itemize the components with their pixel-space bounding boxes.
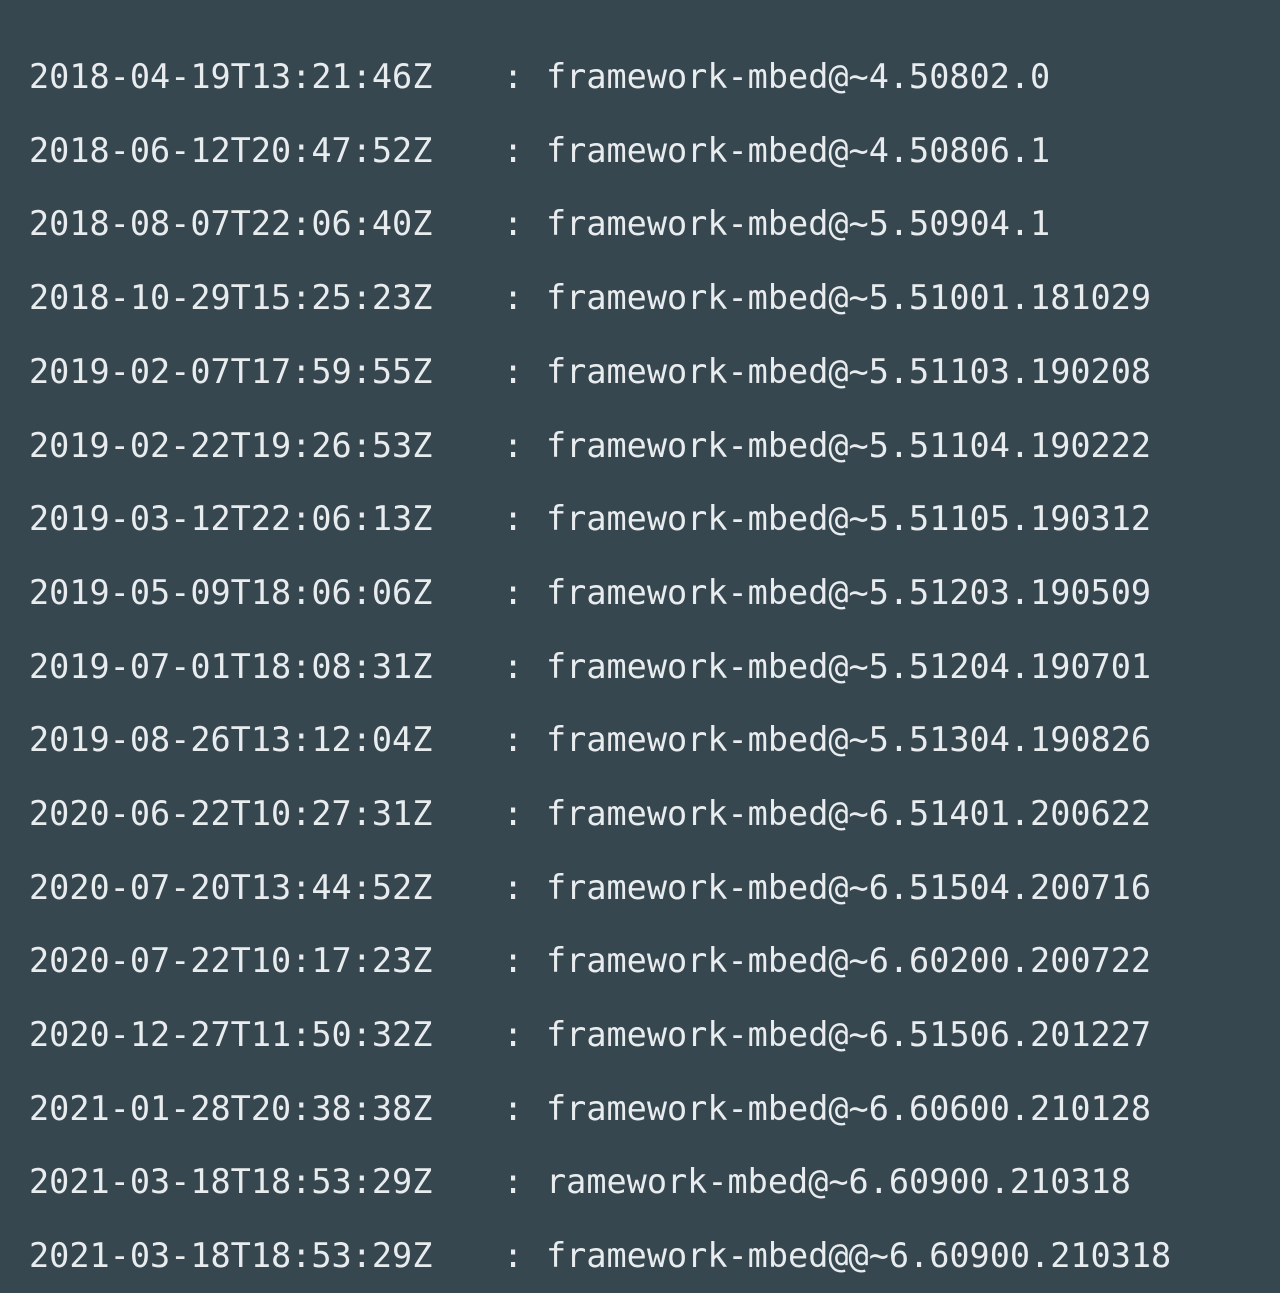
log-line: 2021-03-18T18:53:29Z: ramework-mbed@~6.60…: [0, 1145, 1280, 1219]
log-separator: :: [503, 57, 524, 97]
log-separator: :: [503, 793, 524, 833]
log-separator: :: [503, 1015, 524, 1055]
log-timestamp: 2021-03-18T18:53:29Z: [29, 1162, 433, 1202]
log-package: framework-mbed@~5.51204.190701: [546, 646, 1152, 686]
log-line: 2020-06-22T10:27:31Z: framework-mbed@~6.5…: [0, 777, 1280, 851]
log-timestamp: 2018-04-19T13:21:46Z: [29, 57, 433, 97]
log-package: framework-mbed@~5.51001.181029: [546, 278, 1152, 318]
log-line: 2018-04-19T13:21:46Z: framework-mbed@~4.5…: [0, 40, 1280, 114]
log-line: 2019-07-01T18:08:31Z: framework-mbed@~5.5…: [0, 630, 1280, 704]
log-separator: :: [503, 646, 524, 686]
log-separator: :: [503, 1236, 524, 1276]
log-timestamp: 2019-07-01T18:08:31Z: [29, 646, 433, 686]
log-separator: :: [503, 941, 524, 981]
log-separator: :: [503, 204, 524, 244]
log-separator: :: [503, 278, 524, 318]
log-package: ramework-mbed@~6.60900.210318: [546, 1162, 1131, 1202]
log-line: 2019-02-22T19:26:53Z: framework-mbed@~5.5…: [0, 408, 1280, 482]
log-package: framework-mbed@~5.51203.190509: [546, 572, 1152, 612]
log-timestamp: 2018-06-12T20:47:52Z: [29, 130, 433, 170]
log-output: 2018-04-19T13:21:46Z: framework-mbed@~4.5…: [0, 0, 1280, 1276]
log-separator: :: [503, 351, 524, 391]
log-line: 2019-08-26T13:12:04Z: framework-mbed@~5.5…: [0, 703, 1280, 777]
log-package: framework-mbed@~6.51504.200716: [546, 867, 1152, 907]
log-package: framework-mbed@~5.51103.190208: [546, 351, 1152, 391]
log-timestamp: 2019-02-22T19:26:53Z: [29, 425, 433, 465]
log-line: 2020-07-20T13:44:52Z: framework-mbed@~6.5…: [0, 851, 1280, 925]
log-line: 2018-10-29T15:25:23Z: framework-mbed@~5.5…: [0, 261, 1280, 335]
log-line: 2021-01-28T20:38:38Z: framework-mbed@~6.6…: [0, 1072, 1280, 1146]
log-line: 2020-12-27T11:50:32Z: framework-mbed@~6.5…: [0, 998, 1280, 1072]
log-timestamp: 2020-07-20T13:44:52Z: [29, 867, 433, 907]
log-package: framework-mbed@~5.51104.190222: [546, 425, 1152, 465]
log-timestamp: 2019-08-26T13:12:04Z: [29, 720, 433, 760]
log-package: framework-mbed@~4.50802.0: [546, 57, 1051, 97]
log-line: 2019-03-12T22:06:13Z: framework-mbed@~5.5…: [0, 482, 1280, 556]
log-separator: :: [503, 1162, 524, 1202]
log-line: 2018-08-07T22:06:40Z: framework-mbed@~5.5…: [0, 187, 1280, 261]
log-timestamp: 2020-06-22T10:27:31Z: [29, 793, 433, 833]
log-package: framework-mbed@~5.50904.1: [546, 204, 1051, 244]
log-timestamp: 2019-03-12T22:06:13Z: [29, 499, 433, 539]
log-line: 2019-05-09T18:06:06Z: framework-mbed@~5.5…: [0, 556, 1280, 630]
log-package: framework-mbed@~4.50806.1: [546, 130, 1051, 170]
log-timestamp: 2018-10-29T15:25:23Z: [29, 278, 433, 318]
log-package: framework-mbed@~6.51401.200622: [546, 793, 1152, 833]
log-separator: :: [503, 425, 524, 465]
log-package: framework-mbed@~6.60200.200722: [546, 941, 1152, 981]
log-timestamp: 2018-08-07T22:06:40Z: [29, 204, 433, 244]
log-timestamp: 2019-02-07T17:59:55Z: [29, 351, 433, 391]
log-timestamp: 2019-05-09T18:06:06Z: [29, 572, 433, 612]
log-separator: :: [503, 572, 524, 612]
log-line: 2021-03-18T18:53:29Z: framework-mbed@@~6.…: [0, 1219, 1280, 1293]
log-timestamp: 2021-03-18T18:53:29Z: [29, 1236, 433, 1276]
log-line: 2018-06-12T20:47:52Z: framework-mbed@~4.5…: [0, 114, 1280, 188]
log-timestamp: 2020-12-27T11:50:32Z: [29, 1015, 433, 1055]
log-package: framework-mbed@~5.51304.190826: [546, 720, 1152, 760]
log-separator: :: [503, 867, 524, 907]
log-separator: :: [503, 499, 524, 539]
log-package: framework-mbed@~6.51506.201227: [546, 1015, 1152, 1055]
log-timestamp: 2020-07-22T10:17:23Z: [29, 941, 433, 981]
log-package: framework-mbed@~6.60600.210128: [546, 1088, 1152, 1128]
log-separator: :: [503, 1088, 524, 1128]
log-package: framework-mbed@~5.51105.190312: [546, 499, 1152, 539]
log-separator: :: [503, 720, 524, 760]
log-line: 2020-07-22T10:17:23Z: framework-mbed@~6.6…: [0, 924, 1280, 998]
log-package: framework-mbed@@~6.60900.210318: [546, 1236, 1172, 1276]
log-separator: :: [503, 130, 524, 170]
log-timestamp: 2021-01-28T20:38:38Z: [29, 1088, 433, 1128]
log-line: 2019-02-07T17:59:55Z: framework-mbed@~5.5…: [0, 335, 1280, 409]
